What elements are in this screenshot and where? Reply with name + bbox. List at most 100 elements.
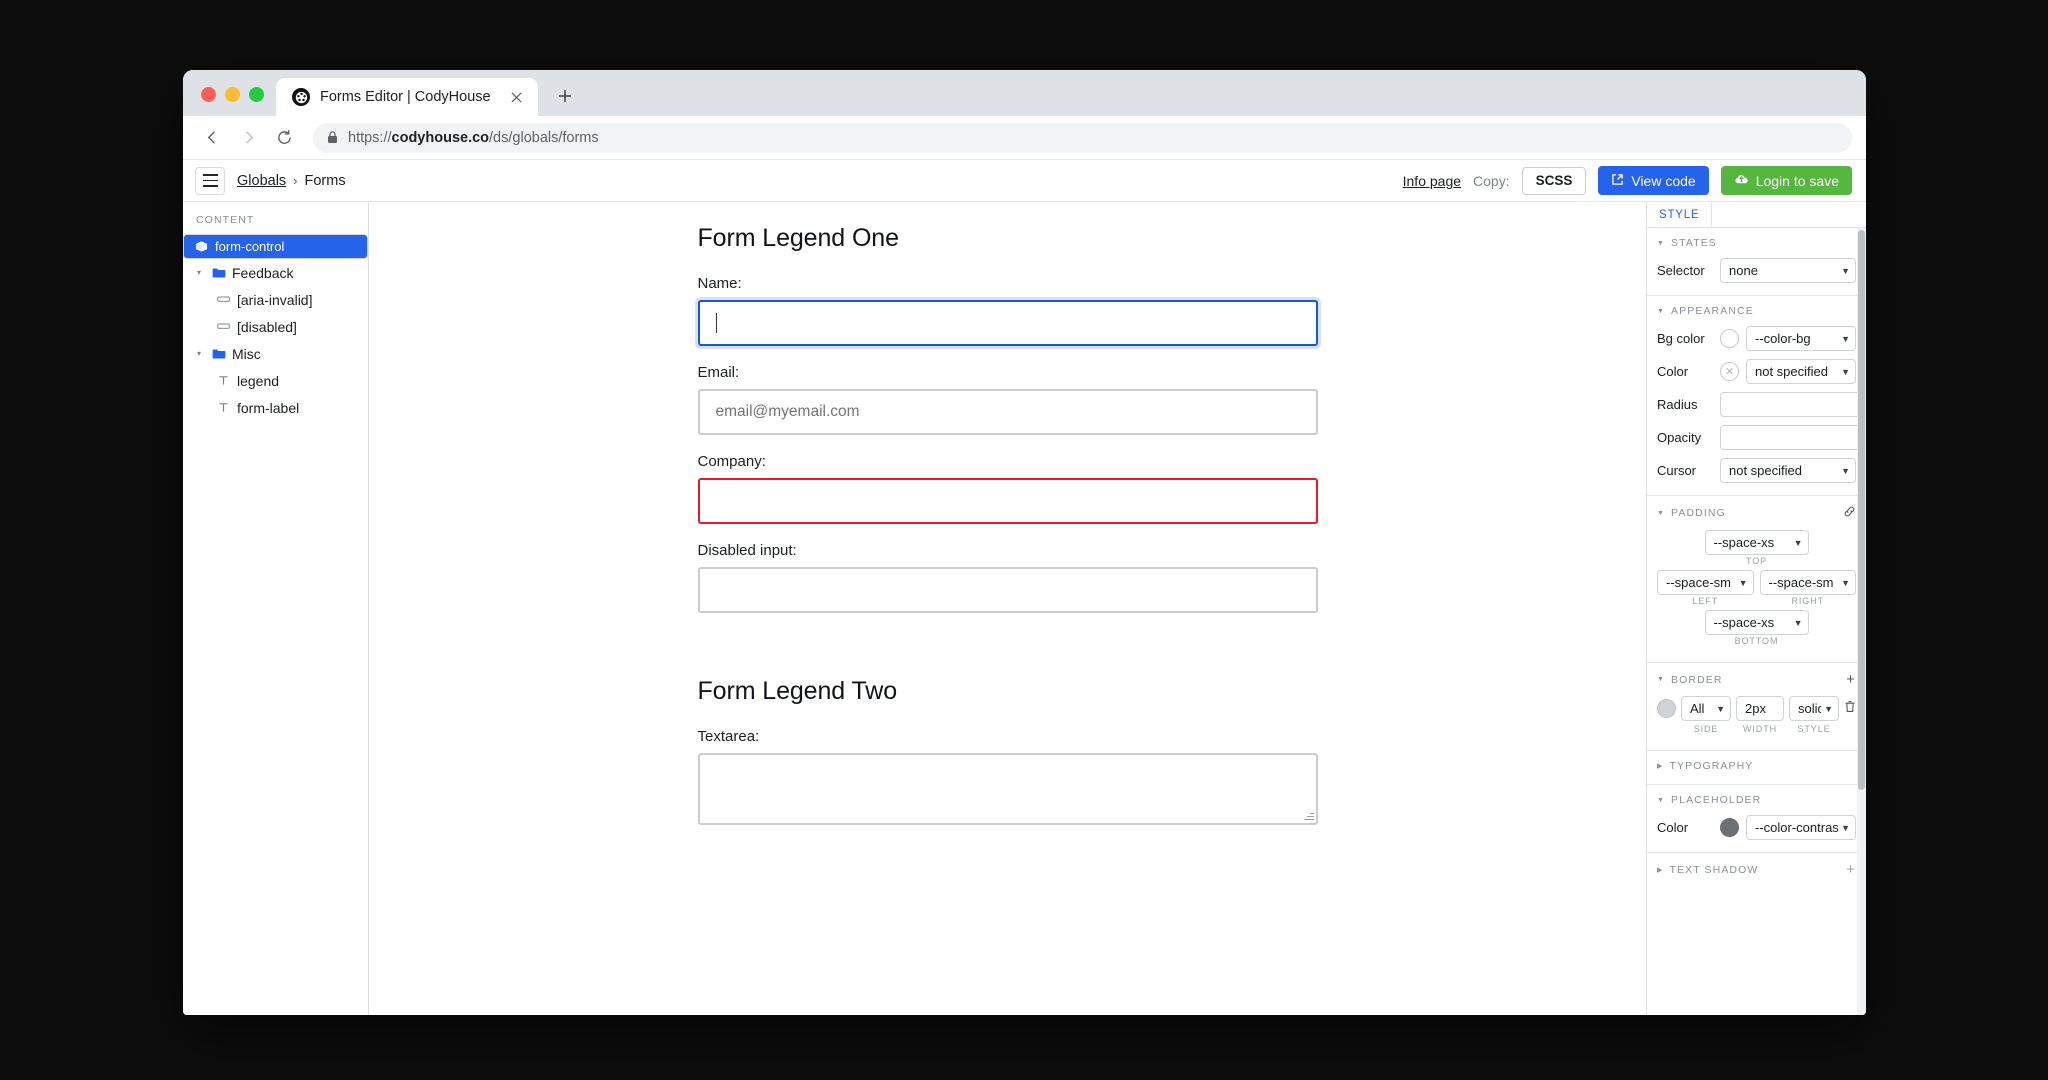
padding-right-label: RIGHT — [1791, 596, 1824, 606]
browser-tab[interactable]: Forms Editor | CodyHouse — [276, 78, 538, 116]
url-input[interactable]: https://codyhouse.co/ds/globals/forms — [313, 122, 1852, 153]
row-selector: Selector none ▼ — [1657, 258, 1856, 283]
section-states: ▼ STATES Selector none ▼ — [1647, 228, 1866, 296]
padding-bottom-select[interactable]: --space-xs ▼ — [1704, 610, 1809, 635]
chevron-down-icon[interactable]: ▾ — [193, 268, 205, 277]
chevron-down-icon[interactable]: ▾ — [193, 349, 205, 358]
padding-left-select[interactable]: --space-sm ▼ — [1657, 570, 1754, 595]
link-icon[interactable] — [1843, 505, 1856, 521]
browser-tab-title: Forms Editor | CodyHouse — [320, 89, 491, 105]
sidebar-item-feedback[interactable]: ▾ Feedback — [183, 259, 368, 286]
padding-top-value: --space-xs — [1713, 535, 1775, 550]
text-icon — [216, 402, 231, 413]
sidebar-item-misc[interactable]: ▾ Misc — [183, 340, 368, 367]
lock-icon — [327, 131, 338, 144]
selector-label: Selector — [1657, 263, 1705, 278]
breadcrumb-globals-link[interactable]: Globals — [237, 173, 286, 189]
login-to-save-label: Login to save — [1755, 172, 1839, 189]
section-text-shadow-header[interactable]: ▶ TEXT SHADOW + — [1657, 862, 1856, 877]
triangle-down-icon: ▼ — [1657, 676, 1666, 683]
radius-input[interactable] — [1720, 392, 1866, 417]
bg-color-select[interactable]: --color-bg ▼ — [1746, 326, 1856, 351]
maximize-window-button[interactable] — [249, 87, 264, 102]
section-states-header[interactable]: ▼ STATES — [1657, 237, 1856, 249]
minimize-window-button[interactable] — [225, 87, 240, 102]
login-to-save-button[interactable]: Login to save — [1720, 166, 1852, 195]
reload-icon[interactable] — [269, 123, 299, 153]
placeholder-color-select[interactable]: --color-contrast-n ▼ — [1746, 815, 1856, 840]
section-text-shadow: ▶ TEXT SHADOW + — [1647, 853, 1866, 889]
cursor-select[interactable]: not specified ▼ — [1720, 458, 1856, 483]
cloud-upload-icon — [1734, 172, 1749, 190]
add-border-button[interactable]: + — [1846, 672, 1856, 687]
padding-right-select[interactable]: --space-sm ▼ — [1759, 570, 1856, 595]
placeholder-color-swatch[interactable] — [1720, 818, 1739, 837]
panel-scrollbar-thumb[interactable] — [1858, 230, 1865, 790]
sidebar-item-legend[interactable]: legend — [183, 367, 368, 394]
sidebar-item-label: form-label — [237, 399, 300, 416]
section-appearance-header[interactable]: ▼ APPEARANCE — [1657, 305, 1856, 317]
sidebar-item-disabled[interactable]: [disabled] — [183, 313, 368, 340]
app-toolbar: Globals › Forms Info page Copy: SCSS Vie… — [183, 160, 1866, 202]
border-style-label: STYLE — [1797, 724, 1831, 734]
textarea-input[interactable] — [697, 753, 1318, 825]
padding-top-group: --space-xs ▼ TOP — [1657, 530, 1856, 570]
radius-label: Radius — [1657, 397, 1698, 412]
resize-handle-icon[interactable] — [1303, 810, 1314, 821]
section-padding: ▼ PADDING --space-xs ▼ TOP --space-sm ▼ … — [1647, 496, 1866, 663]
row-radius: Radius — [1657, 392, 1866, 417]
triangle-right-icon: ▶ — [1657, 763, 1664, 770]
back-icon[interactable] — [197, 123, 227, 153]
folder-icon — [211, 348, 226, 360]
tab-style[interactable]: STYLE — [1647, 202, 1713, 227]
cursor-value: not specified — [1729, 463, 1802, 478]
border-color-swatch[interactable] — [1657, 699, 1676, 718]
color-swatch-none[interactable]: ✕ — [1720, 362, 1739, 381]
sidebar-item-form-label[interactable]: form-label — [183, 394, 368, 421]
trash-icon[interactable] — [1844, 700, 1856, 716]
section-placeholder-title: PLACEHOLDER — [1671, 794, 1762, 806]
new-tab-button[interactable] — [548, 79, 582, 113]
section-typography-header[interactable]: ▶ TYPOGRAPHY — [1657, 760, 1856, 772]
section-placeholder-header[interactable]: ▼ PLACEHOLDER — [1657, 794, 1856, 806]
section-padding-header[interactable]: ▼ PADDING — [1657, 505, 1856, 521]
sidebar-item-form-control[interactable]: form-control — [183, 234, 368, 259]
close-window-button[interactable] — [201, 87, 216, 102]
form-legend-one: Form Legend One — [697, 224, 900, 252]
text-icon — [216, 375, 231, 386]
padding-right-group: --space-sm ▼ RIGHT — [1759, 570, 1856, 610]
padding-top-label: TOP — [1745, 556, 1768, 566]
form-preview-canvas: Form Legend One Name: Email: Company: — [369, 202, 1646, 1015]
chevron-down-icon: ▼ — [1841, 366, 1850, 377]
chevron-down-icon: ▼ — [1841, 822, 1850, 833]
padding-left-value: --space-sm — [1666, 575, 1732, 590]
company-input[interactable] — [697, 478, 1318, 524]
external-link-icon — [1611, 173, 1624, 189]
sidebar-item-label: Feedback — [232, 264, 294, 281]
padding-top-select[interactable]: --space-xs ▼ — [1704, 530, 1809, 555]
sidebar-item-aria-invalid[interactable]: [aria-invalid] — [183, 286, 368, 313]
padding-left-label: LEFT — [1692, 596, 1719, 606]
close-tab-button[interactable] — [506, 87, 526, 107]
package-icon — [194, 240, 209, 253]
email-input[interactable] — [697, 389, 1318, 435]
forward-icon[interactable] — [233, 123, 263, 153]
form: Form Legend One Name: Email: Company: — [697, 202, 1318, 825]
hamburger-menu-icon[interactable] — [195, 166, 225, 195]
opacity-input[interactable] — [1720, 425, 1866, 450]
border-width-input[interactable]: 2px — [1736, 696, 1784, 721]
color-select[interactable]: not specified ▼ — [1746, 359, 1856, 384]
border-side-select[interactable]: All ▼ — [1681, 696, 1731, 721]
name-input[interactable] — [697, 300, 1318, 346]
field-company: Company: — [697, 453, 1318, 524]
selector-select[interactable]: none ▼ — [1720, 258, 1856, 283]
folder-icon — [211, 267, 226, 279]
section-border-header[interactable]: ▼ BORDER + — [1657, 672, 1856, 687]
view-code-button[interactable]: View code — [1598, 166, 1709, 195]
border-style-select[interactable]: solid ▼ — [1789, 696, 1839, 721]
add-text-shadow-button[interactable]: + — [1846, 862, 1856, 877]
bg-color-swatch[interactable] — [1720, 329, 1739, 348]
company-label: Company: — [697, 453, 766, 470]
info-page-link[interactable]: Info page — [1403, 173, 1461, 189]
format-scss-button[interactable]: SCSS — [1521, 166, 1587, 195]
